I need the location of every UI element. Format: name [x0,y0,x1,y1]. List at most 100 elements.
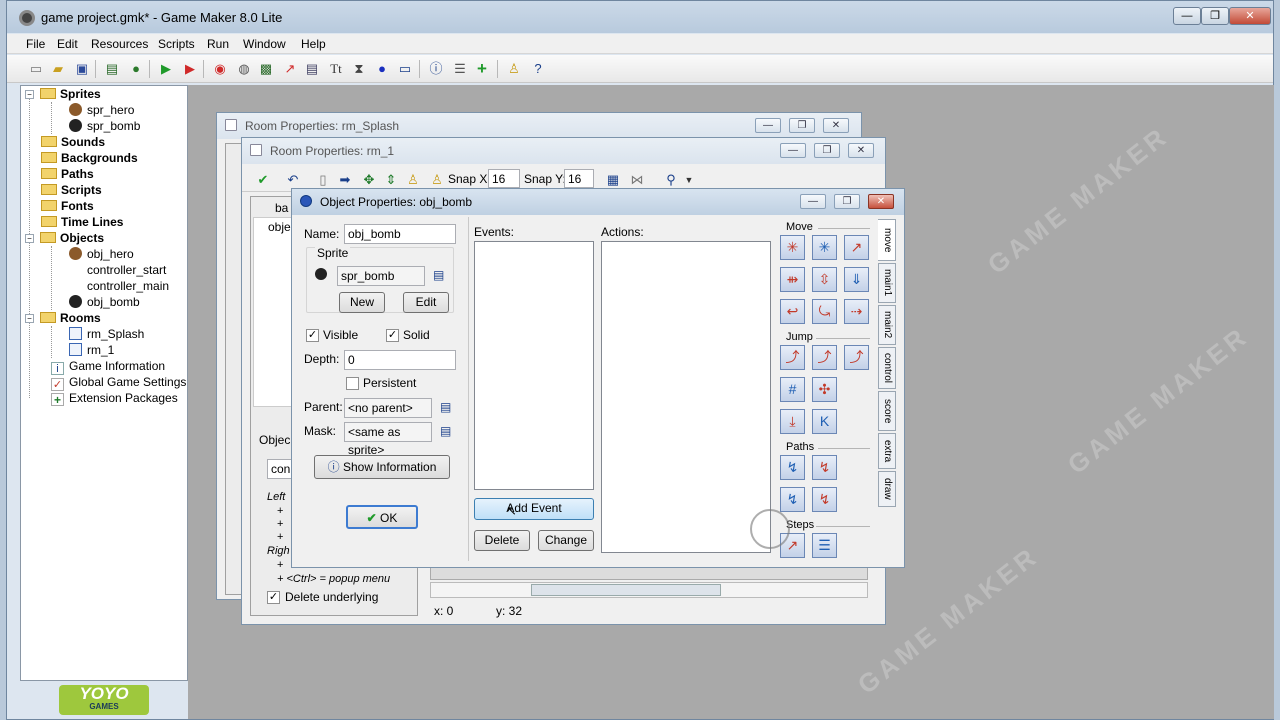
move-towards-icon[interactable]: ↗ [844,235,869,260]
friction-icon[interactable]: ⇢ [844,299,869,324]
reverse-horizontal-icon[interactable]: ↩ [780,299,805,324]
depth-input[interactable]: 0 [344,350,456,370]
tab-move[interactable]: move [878,219,896,261]
create-sound-icon[interactable]: ◍ [235,60,253,78]
tab-extra[interactable]: extra [878,433,896,469]
lock-icon[interactable]: ♙ [404,171,422,189]
unlock-icon[interactable]: ♙ [428,171,446,189]
persistent-checkbox[interactable] [346,377,359,390]
global-settings-icon[interactable]: ☰ [451,60,469,78]
scrollbar-thumb[interactable] [531,584,721,596]
set-path-icon[interactable]: ↯ [780,455,805,480]
advanced-mode-icon[interactable]: ♙ [505,60,523,78]
path-speed-icon[interactable]: ↯ [812,487,837,512]
tree-controller-start[interactable]: controller_start [69,262,166,278]
jump-to-random-icon[interactable]: ⤴ [844,345,869,370]
wrap-screen-icon[interactable]: ✣ [812,377,837,402]
snap-x-input[interactable]: 16 [488,169,520,188]
tree-rm-1[interactable]: rm_1 [69,342,114,358]
menu-resources[interactable]: Resources [91,37,148,51]
minimize-button[interactable]: — [780,143,806,158]
close-button[interactable]: ✕ [848,143,874,158]
delete-event-button[interactable]: Delete [474,530,530,551]
jump-to-position-icon[interactable]: ⤴ [780,345,805,370]
tab-main2[interactable]: main2 [878,305,896,345]
tree-time-lines[interactable]: Time Lines [41,214,123,230]
add-event-button[interactable]: Add Event [474,498,594,520]
menu-select-icon[interactable]: ▤ [440,400,451,414]
save-icon[interactable]: ▣ [73,60,91,78]
speed-horizontal-icon[interactable]: ⇻ [780,267,805,292]
tree-rooms[interactable]: − Rooms [25,310,101,326]
create-executable-icon[interactable]: ▤ [103,60,121,78]
parent-select[interactable]: <no parent> [344,398,432,418]
ok-button[interactable]: ✔ OK [346,505,418,529]
new-sprite-button[interactable]: New [339,292,385,313]
help-icon[interactable]: ? [529,60,547,78]
tree-obj-bomb[interactable]: obj_bomb [69,294,140,310]
reverse-vertical-icon[interactable]: ⤿ [812,299,837,324]
move-free-icon[interactable]: ✳ [812,235,837,260]
shift-icon[interactable]: ✥ [360,171,378,189]
new-file-icon[interactable]: ▭ [27,60,45,78]
tree-spr-bomb[interactable]: spr_bomb [69,118,140,134]
mask-select[interactable]: <same as sprite> [344,422,432,457]
create-path-icon[interactable]: ↗ [281,60,299,78]
tree-rm-splash[interactable]: rm_Splash [69,326,144,342]
create-sprite-icon[interactable]: ◉ [211,60,229,78]
create-background-icon[interactable]: ▩ [257,60,275,78]
restore-button[interactable]: ❐ [834,194,860,209]
move-fixed-icon[interactable]: ✳ [780,235,805,260]
align-to-grid-icon[interactable]: # [780,377,805,402]
close-button[interactable]: ✕ [823,118,849,133]
menu-edit[interactable]: Edit [57,37,78,51]
move-to-contact-icon[interactable]: ⤓ [780,409,805,434]
tree-spr-hero[interactable]: spr_hero [69,102,134,118]
close-button[interactable]: ✕ [868,194,894,209]
close-button[interactable]: ✕ [1229,7,1271,25]
publish-icon[interactable]: ● [127,60,145,78]
create-object-icon[interactable]: ● [373,60,391,78]
menu-window[interactable]: Window [243,37,286,51]
tab-draw[interactable]: draw [878,471,896,507]
horizontal-scrollbar[interactable] [430,582,868,598]
minimize-button[interactable]: — [755,118,781,133]
create-script-icon[interactable]: ▤ [303,60,321,78]
extension-packages-icon[interactable]: + [473,60,491,78]
menu-run[interactable]: Run [207,37,229,51]
tree-backgrounds[interactable]: Backgrounds [41,150,138,166]
minimize-button[interactable]: — [800,194,826,209]
sprite-select[interactable]: spr_bomb [337,266,425,286]
menu-scripts[interactable]: Scripts [158,37,195,51]
menu-help[interactable]: Help [301,37,326,51]
step-avoiding-icon[interactable]: ☰ [812,533,837,558]
minimize-button[interactable]: — [1173,7,1201,25]
arrow-right-icon[interactable]: ➡ [336,171,354,189]
tree-extension-packages[interactable]: + Extension Packages [51,390,178,406]
shift-vertical-icon[interactable]: ⇕ [382,171,400,189]
open-folder-icon[interactable]: ▰ [49,60,67,78]
end-path-icon[interactable]: ↯ [812,455,837,480]
create-font-icon[interactable]: Tt [327,60,345,78]
path-position-icon[interactable]: ↯ [780,487,805,512]
events-list[interactable] [474,241,594,490]
tree-controller-main[interactable]: controller_main [69,278,169,294]
restore-button[interactable]: ❐ [789,118,815,133]
edit-sprite-button[interactable]: Edit [403,292,449,313]
tree-sprites[interactable]: − Sprites [25,86,101,102]
isometric-icon[interactable]: ⋈ [628,171,646,189]
solid-checkbox[interactable]: ✓ [386,329,399,342]
run-debug-icon[interactable]: ▶ [181,60,199,78]
run-icon[interactable]: ▶ [157,60,175,78]
menu-file[interactable]: File [26,37,45,51]
zoom-icon[interactable]: ⚲ [662,171,680,189]
tab-score[interactable]: score [878,391,896,431]
restore-button[interactable]: ❐ [814,143,840,158]
confirm-check-icon[interactable]: ✔ [254,171,272,189]
create-timeline-icon[interactable]: ⧗ [350,60,368,78]
bounce-icon[interactable]: K [812,409,837,434]
delete-underlying-checkbox[interactable]: ✓ [267,591,280,604]
change-event-button[interactable]: Change [538,530,594,551]
grid-icon[interactable]: ▦ [604,171,622,189]
visible-checkbox[interactable]: ✓ [306,329,319,342]
